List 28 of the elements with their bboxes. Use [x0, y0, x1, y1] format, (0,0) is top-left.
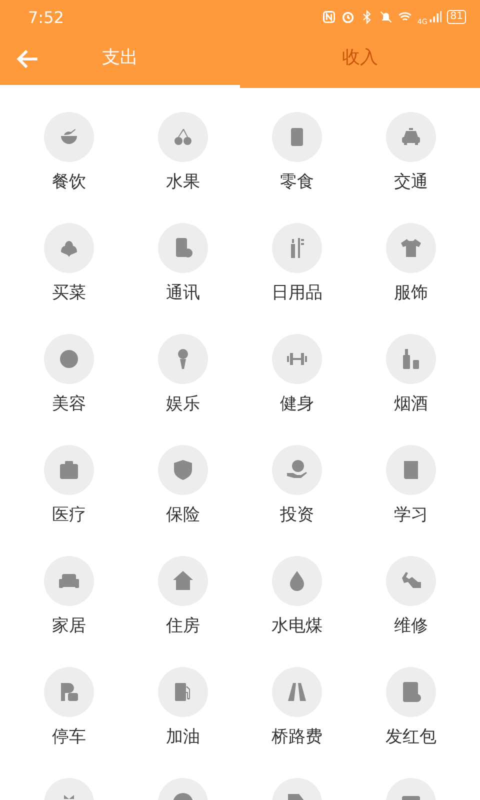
category-label: 保险	[166, 504, 200, 526]
tab[interactable]: 支出	[0, 34, 240, 88]
category-label: 通讯	[166, 282, 200, 304]
category-label: 买菜	[52, 282, 86, 304]
category-label: 烟酒	[394, 393, 428, 415]
category-label: 学习	[394, 504, 428, 526]
category-label: 日用品	[272, 282, 322, 304]
category-label: 餐饮	[52, 171, 86, 193]
category-label: 投资	[280, 504, 314, 526]
tab[interactable]: 收入	[240, 34, 480, 88]
category-label: 住房	[166, 615, 200, 637]
category-label: 家居	[52, 615, 86, 637]
category-label: 水果	[166, 171, 200, 193]
category-label: 美容	[52, 393, 86, 415]
status-time: 7:52	[28, 8, 64, 26]
category-label: 医疗	[52, 504, 86, 526]
category-label: 娱乐	[166, 393, 200, 415]
category-label: 健身	[280, 393, 314, 415]
category-label: 维修	[394, 615, 428, 637]
category-label: 交通	[394, 171, 428, 193]
battery-level: 81	[447, 10, 466, 24]
category-label: 发红包	[386, 726, 436, 748]
category-label: 水电煤	[272, 615, 322, 637]
category-label: 停车	[52, 726, 86, 748]
category-label: 零食	[280, 171, 314, 193]
category-label: 桥路费	[272, 726, 322, 748]
category-label: 加油	[166, 726, 200, 748]
category-label: 服饰	[394, 282, 428, 304]
